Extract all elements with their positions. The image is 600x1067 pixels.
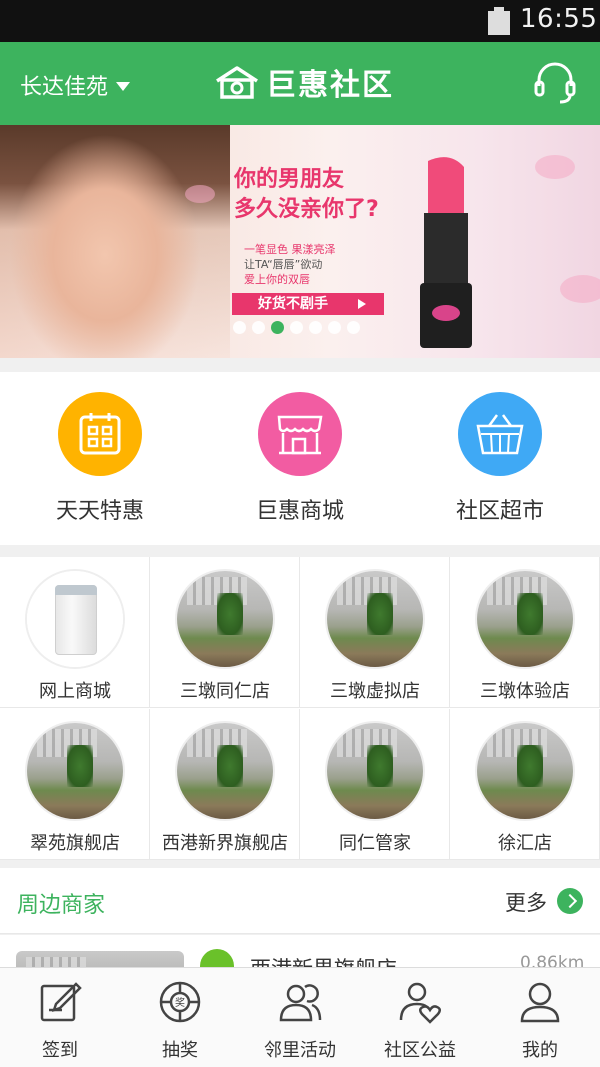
carousel-dot[interactable]	[347, 321, 360, 334]
tab-neighbor-events[interactable]: 邻里活动	[240, 968, 360, 1067]
store-thumbnail	[175, 569, 275, 669]
store-image	[16, 951, 184, 967]
neighbors-icon	[279, 984, 322, 1022]
banner-headline-1: 你的男朋友	[234, 167, 345, 192]
bottom-tab-bar: 签到 奖 抽奖 邻里活动 社区公益 我的	[0, 967, 600, 1067]
carousel-dot[interactable]	[233, 321, 246, 334]
lipstick-icon	[420, 157, 472, 348]
customer-service-icon[interactable]	[532, 62, 578, 106]
tab-community-charity[interactable]: 社区公益	[360, 968, 480, 1067]
banner-subline-3: 爱上你的双唇	[244, 273, 310, 286]
store-thumbnail	[25, 569, 125, 669]
app-header: 长达佳苑 巨惠社区	[0, 42, 600, 125]
chevron-right-icon[interactable]	[557, 888, 583, 914]
checkin-icon	[40, 982, 82, 1022]
battery-icon	[488, 7, 510, 35]
storefront-icon	[258, 392, 342, 476]
store-cell[interactable]: 三墩虚拟店	[300, 557, 450, 708]
store-cell[interactable]: 三墩体验店	[450, 557, 600, 708]
tab-label: 社区公益	[384, 1040, 456, 1061]
store-cell[interactable]: 西港新界旗舰店	[150, 709, 300, 860]
tab-label: 我的	[522, 1040, 558, 1061]
store-name: 西港新界旗舰店	[250, 953, 397, 967]
store-thumbnail	[475, 721, 575, 821]
store-cell[interactable]: 同仁管家	[300, 709, 450, 860]
section-title: 周边商家	[17, 893, 106, 918]
store-label: 同仁管家	[339, 833, 411, 854]
profile-icon	[520, 982, 560, 1023]
category-label: 天天特惠	[55, 499, 144, 524]
store-cell[interactable]: 网上商城	[0, 557, 150, 708]
tab-label: 抽奖	[162, 1040, 198, 1061]
carousel-dot[interactable]	[271, 321, 284, 334]
category-label: 巨惠商城	[255, 499, 344, 524]
category-label: 社区超市	[455, 499, 544, 524]
store-thumbnail	[325, 721, 425, 821]
tab-profile[interactable]: 我的	[480, 968, 600, 1067]
category-daily-deals[interactable]: 天天特惠	[0, 392, 200, 525]
store-label: 三墩虚拟店	[330, 681, 420, 702]
store-thumbnail	[475, 569, 575, 669]
tab-checkin[interactable]: 签到	[0, 968, 120, 1067]
promo-banner[interactable]: 你的男朋友 多久没亲你了? 一笔显色 果漾亮泽 让TA“唇唇”欲动 爱上你的双唇…	[0, 125, 600, 358]
status-time: 16:55	[520, 4, 598, 34]
carousel-indicator	[233, 321, 360, 334]
banner-headline-2: 多久没亲你了?	[234, 197, 379, 222]
calendar-icon	[58, 392, 142, 476]
store-thumbnail	[325, 569, 425, 669]
lottery-icon: 奖	[159, 981, 201, 1023]
banner-subline-1: 一笔显色 果漾亮泽	[244, 243, 336, 256]
store-logo-icon	[200, 949, 234, 967]
store-cell[interactable]: 徐汇店	[450, 709, 600, 860]
tab-label: 邻里活动	[264, 1040, 336, 1061]
carousel-dot[interactable]	[252, 321, 265, 334]
store-grid: 网上商城 三墩同仁店 三墩虚拟店 三墩体验店翠苑旗舰店 西港新界旗舰店 同仁管家 徐汇店	[0, 557, 600, 860]
brand-name: 巨惠社区	[266, 68, 394, 103]
status-bar: 16:55	[0, 0, 600, 42]
petal-decoration	[185, 185, 215, 203]
house-logo-icon	[216, 66, 258, 99]
banner-cta[interactable]: 好货不剧手	[232, 293, 384, 315]
store-label: 翠苑旗舰店	[30, 833, 120, 854]
store-thumbnail	[175, 721, 275, 821]
more-link[interactable]: 更多	[505, 887, 547, 917]
store-label: 网上商城	[39, 681, 111, 702]
brand-logo: 巨惠社区	[214, 60, 394, 104]
carousel-dot[interactable]	[290, 321, 303, 334]
banner-subline-2: 让TA“唇唇”欲动	[244, 258, 323, 271]
banner-cta-label: 好货不剧手	[258, 296, 328, 312]
play-arrow-icon	[358, 299, 366, 309]
carousel-dot[interactable]	[309, 321, 322, 334]
nearby-merchants-header: 周边商家 更多	[0, 868, 600, 934]
tab-lottery[interactable]: 奖 抽奖	[120, 968, 240, 1067]
store-cell[interactable]: 翠苑旗舰店	[0, 709, 150, 860]
location-selector[interactable]: 长达佳苑	[20, 69, 131, 101]
category-supermarket[interactable]: 社区超市	[400, 392, 600, 525]
store-label: 三墩同仁店	[180, 681, 270, 702]
chevron-down-icon	[116, 81, 131, 91]
petal-decoration	[560, 275, 600, 303]
nearby-store-item[interactable]: 西港新界旗舰店 0.86km	[0, 935, 600, 967]
main-categories: 天天特惠 巨惠商城 社区超市	[0, 372, 600, 545]
petal-decoration	[535, 155, 575, 179]
basket-icon	[458, 392, 542, 476]
category-mall[interactable]: 巨惠商城	[200, 392, 400, 525]
carousel-dot[interactable]	[328, 321, 341, 334]
store-thumbnail	[25, 721, 125, 821]
store-cell[interactable]: 三墩同仁店	[150, 557, 300, 708]
tab-label: 签到	[42, 1040, 78, 1061]
store-label: 三墩体验店	[480, 681, 570, 702]
store-label: 徐汇店	[498, 833, 552, 854]
store-label: 西港新界旗舰店	[162, 833, 288, 854]
banner-model-image	[0, 125, 230, 358]
charity-icon	[399, 982, 441, 1024]
location-label: 长达佳苑	[20, 75, 109, 100]
svg-text:奖: 奖	[175, 996, 185, 1009]
store-distance: 0.86km	[520, 953, 585, 967]
